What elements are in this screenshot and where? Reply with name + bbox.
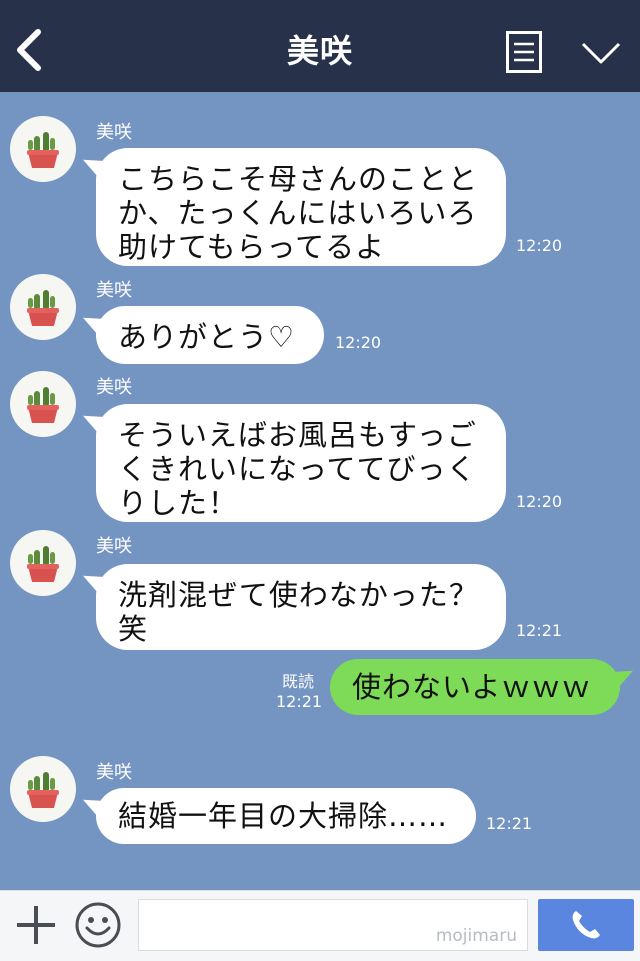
message-time: 12:20 <box>516 492 563 511</box>
cactus-icon <box>27 387 59 423</box>
message-time: 12:20 <box>335 333 382 352</box>
message-bubble[interactable]: 使わないよｗｗｗ <box>330 659 620 715</box>
menu-list-icon[interactable] <box>506 31 542 73</box>
message-time: 12:21 <box>516 621 563 640</box>
message-time: 12:21 <box>276 692 323 711</box>
cactus-icon <box>27 772 59 808</box>
sender-name: 美咲 <box>96 762 132 783</box>
message-bubble[interactable]: 洗剤混ぜて使わなかった？ 笑 <box>96 564 506 650</box>
message-bubble[interactable]: そういえばお風呂もすっご くきれいになっててびっく りした！ <box>96 404 506 522</box>
message-list[interactable]: 美咲 こちらこそ母さんのことと か、たっくんにはいろいろ 助けてもらってるよ 1… <box>0 92 640 890</box>
chat-header: 美咲 <box>0 0 640 92</box>
sender-name: 美咲 <box>96 377 132 398</box>
call-button[interactable] <box>538 899 634 951</box>
chat-title: 美咲 <box>286 32 353 70</box>
avatar[interactable] <box>10 274 76 340</box>
sender-name: 美咲 <box>96 536 132 557</box>
message-time: 12:20 <box>516 236 563 255</box>
cactus-icon <box>27 546 59 582</box>
avatar[interactable] <box>10 756 76 822</box>
smile-icon[interactable] <box>74 901 122 949</box>
sender-name: 美咲 <box>96 280 132 301</box>
message-bubble[interactable]: ありがとう♡ <box>96 306 324 364</box>
sender-name: 美咲 <box>96 122 132 143</box>
cactus-icon <box>27 290 59 326</box>
message-bubble[interactable]: こちらこそ母さんのことと か、たっくんにはいろいろ 助けてもらってるよ <box>96 148 506 266</box>
avatar[interactable] <box>10 530 76 596</box>
chevron-down-icon[interactable] <box>580 40 622 66</box>
message-input[interactable]: mojimaru <box>138 899 528 951</box>
plus-icon[interactable] <box>14 903 58 947</box>
message-time: 12:21 <box>486 814 533 833</box>
avatar[interactable] <box>10 371 76 437</box>
phone-icon <box>572 911 600 939</box>
avatar[interactable] <box>10 116 76 182</box>
message-bubble[interactable]: 結婚一年目の大掃除…… <box>96 788 476 844</box>
input-bar: mojimaru <box>0 890 640 961</box>
cactus-icon <box>27 132 59 168</box>
read-label: 既読 <box>281 672 314 691</box>
watermark: mojimaru <box>435 926 517 946</box>
message-read-status: 既読 12:21 <box>276 672 323 712</box>
